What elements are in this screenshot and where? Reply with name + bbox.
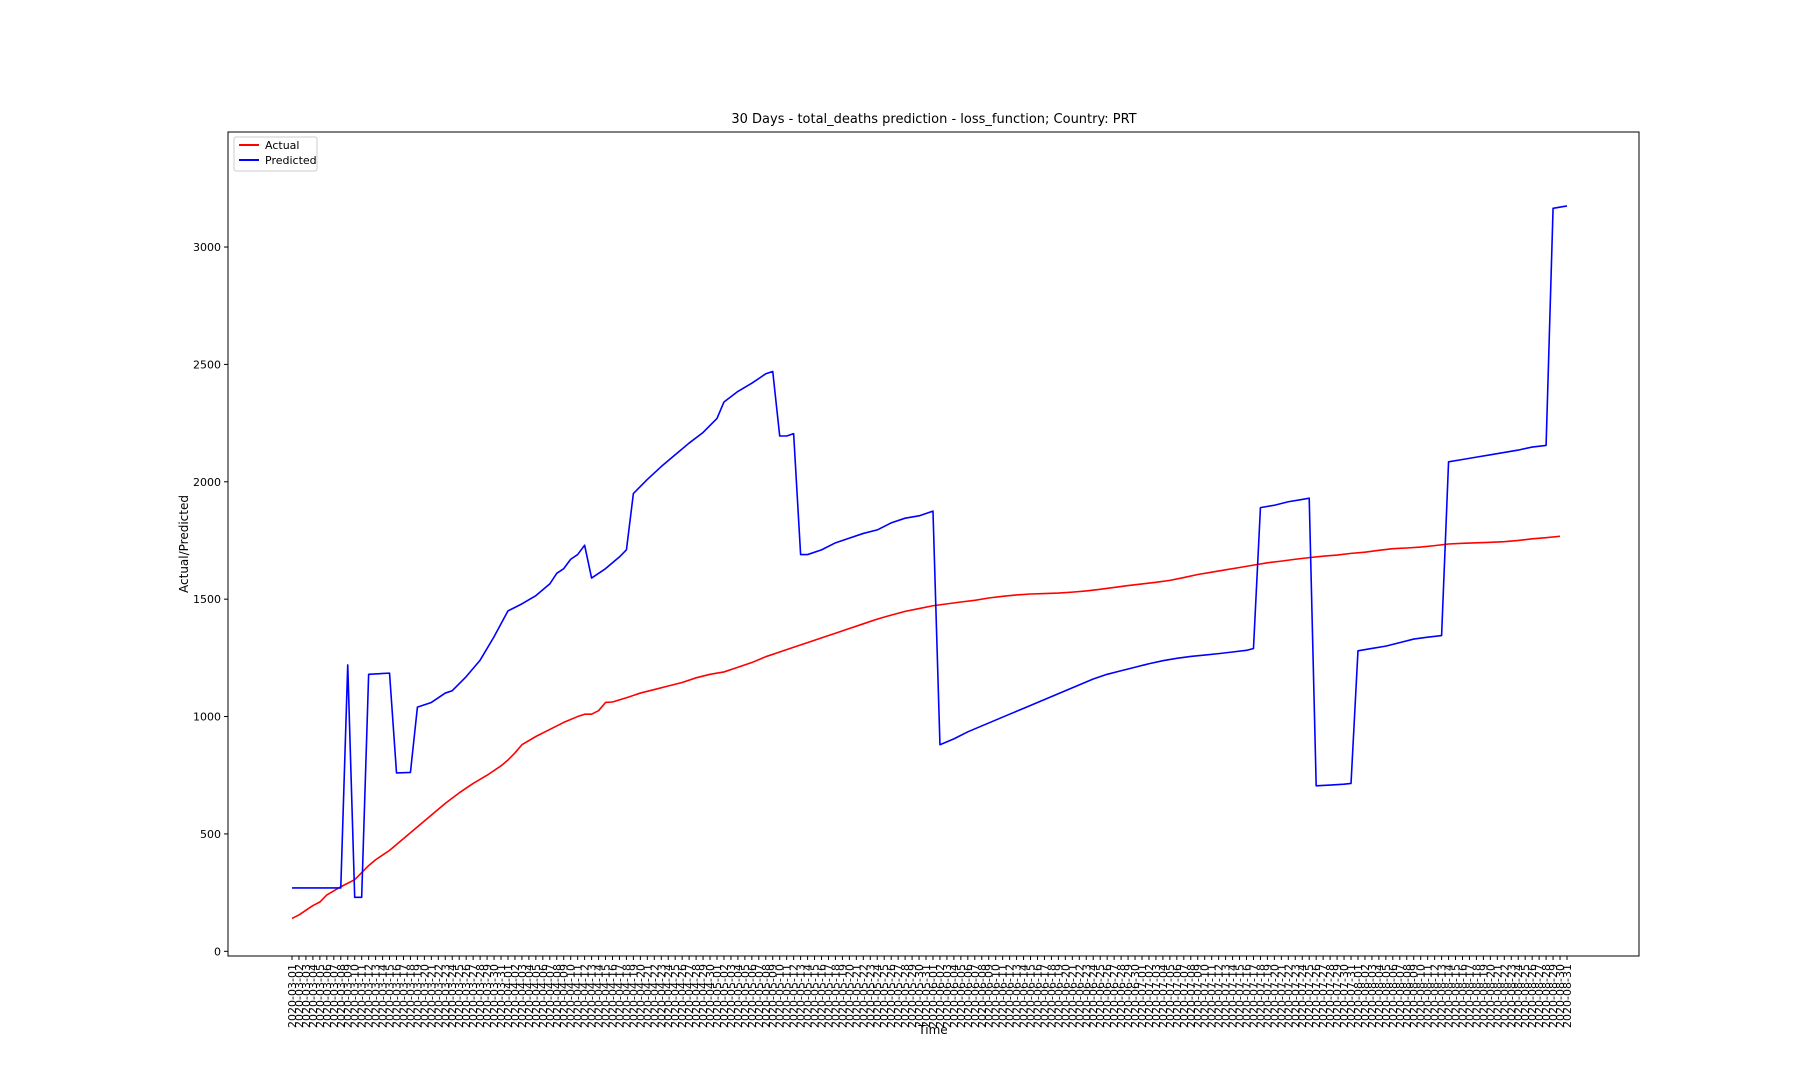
- y-axis: 0 500 1000 1500 2000 2500 3000: [193, 241, 228, 958]
- legend-label-predicted: Predicted: [265, 154, 317, 167]
- y-axis-label: Actual/Predicted: [177, 495, 191, 593]
- x-tick-label: 2020-08-31: [1561, 964, 1574, 1028]
- series-line-predicted: [292, 205, 1568, 899]
- y-tick-label: 1500: [193, 593, 221, 606]
- legend-label-actual: Actual: [265, 139, 299, 152]
- series-line-actual: [291, 535, 1561, 920]
- y-tick-label: 0: [214, 945, 221, 958]
- x-axis-label: Time: [917, 1023, 947, 1037]
- legend: Actual Predicted: [233, 136, 318, 172]
- chart-title: 30 Days - total_deaths prediction - loss…: [731, 112, 1136, 127]
- series-layer: [291, 205, 1568, 920]
- y-tick-label: 2500: [193, 358, 221, 371]
- x-axis: 2020-03-012020-03-022020-03-032020-03-04…: [286, 956, 1574, 1028]
- y-tick-label: 1000: [193, 711, 221, 724]
- y-tick-label: 2000: [193, 476, 221, 489]
- chart: 30 Days - total_deaths prediction - loss…: [177, 112, 1640, 1037]
- y-tick-label: 500: [200, 828, 221, 841]
- y-tick-label: 3000: [193, 241, 221, 254]
